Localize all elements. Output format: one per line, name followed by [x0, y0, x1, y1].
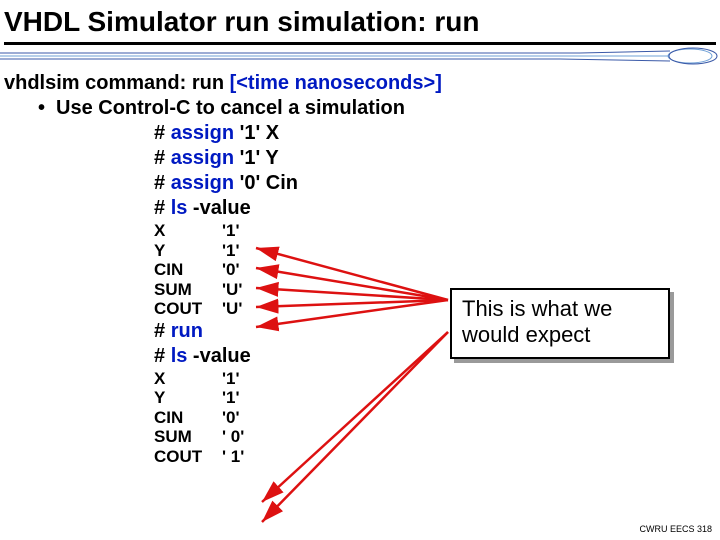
- signal-name: CIN: [154, 408, 222, 428]
- footer-text: CWRU EECS 318: [639, 524, 712, 534]
- signal-row: X'1': [154, 369, 720, 389]
- signal-block-2: X'1' Y'1' CIN'0' SUM' 0' COUT' 1': [4, 369, 720, 467]
- signal-name: COUT: [154, 299, 222, 319]
- signal-name: COUT: [154, 447, 222, 467]
- prompt-hash: #: [154, 197, 171, 219]
- signal-value: 'U': [222, 299, 242, 319]
- signal-name: SUM: [154, 280, 222, 300]
- signal-value: ' 0': [222, 427, 244, 447]
- cmd-line-3: # assign '0' Cin: [4, 171, 720, 196]
- cmd-line-4: # ls -value: [4, 196, 720, 221]
- cmd-line-2: # assign '1' Y: [4, 146, 720, 171]
- cmd-name: run: [192, 72, 224, 94]
- title-underline: [4, 42, 716, 45]
- cmd-line-1: # assign '1' X: [4, 121, 720, 146]
- signal-row: Y'1': [154, 241, 720, 261]
- signal-name: CIN: [154, 260, 222, 280]
- cmd-keyword: assign: [171, 172, 234, 194]
- signal-value: '1': [222, 221, 240, 241]
- signal-name: X: [154, 369, 222, 389]
- signal-row: SUM' 0': [154, 427, 720, 447]
- cmd-keyword: assign: [171, 147, 234, 169]
- signal-name: Y: [154, 388, 222, 408]
- cmd-prefix: vhdlsim command:: [4, 72, 192, 94]
- bullet-text: Use Control-C to cancel a simulation: [56, 97, 405, 119]
- signal-value: '0': [222, 260, 240, 280]
- command-syntax-line: vhdlsim command: run [<time nanoseconds>…: [4, 71, 720, 96]
- slide-title: VHDL Simulator run simulation: run: [0, 0, 720, 42]
- bullet-icon: •: [38, 96, 56, 121]
- cmd-rest: '0' Cin: [234, 172, 298, 194]
- signal-value: '0': [222, 408, 240, 428]
- cmd-keyword: assign: [171, 122, 234, 144]
- signal-row: Y'1': [154, 388, 720, 408]
- cmd-rest: '1' X: [234, 122, 279, 144]
- signal-value: '1': [222, 388, 240, 408]
- cmd-rest: -value: [187, 345, 250, 367]
- cmd-keyword: ls: [171, 197, 188, 219]
- prompt-hash: #: [154, 147, 171, 169]
- prompt-hash: #: [154, 172, 171, 194]
- prompt-hash: #: [154, 122, 171, 144]
- signal-value: '1': [222, 369, 240, 389]
- bullet-line: •Use Control-C to cancel a simulation: [4, 96, 720, 121]
- signal-value: ' 1': [222, 447, 244, 467]
- signal-row: X'1': [154, 221, 720, 241]
- signal-name: Y: [154, 241, 222, 261]
- cmd-args: [<time nanoseconds>]: [224, 72, 442, 94]
- prompt-hash: #: [154, 320, 171, 342]
- signal-row: CIN'0': [154, 260, 720, 280]
- signal-name: X: [154, 221, 222, 241]
- signal-value: '1': [222, 241, 240, 261]
- signal-value: 'U': [222, 280, 242, 300]
- signal-row: CIN'0': [154, 408, 720, 428]
- callout-text: This is what we would expect: [462, 296, 612, 347]
- slide-body: vhdlsim command: run [<time nanoseconds>…: [0, 71, 720, 466]
- cmd-rest: '1' Y: [234, 147, 279, 169]
- cmd-keyword: ls: [171, 345, 188, 367]
- cmd-keyword: run: [171, 320, 203, 342]
- signal-row: COUT' 1': [154, 447, 720, 467]
- cmd-rest: -value: [187, 197, 250, 219]
- decorative-band: [0, 47, 720, 65]
- prompt-hash: #: [154, 345, 171, 367]
- callout-box: This is what we would expect: [450, 288, 670, 359]
- signal-name: SUM: [154, 427, 222, 447]
